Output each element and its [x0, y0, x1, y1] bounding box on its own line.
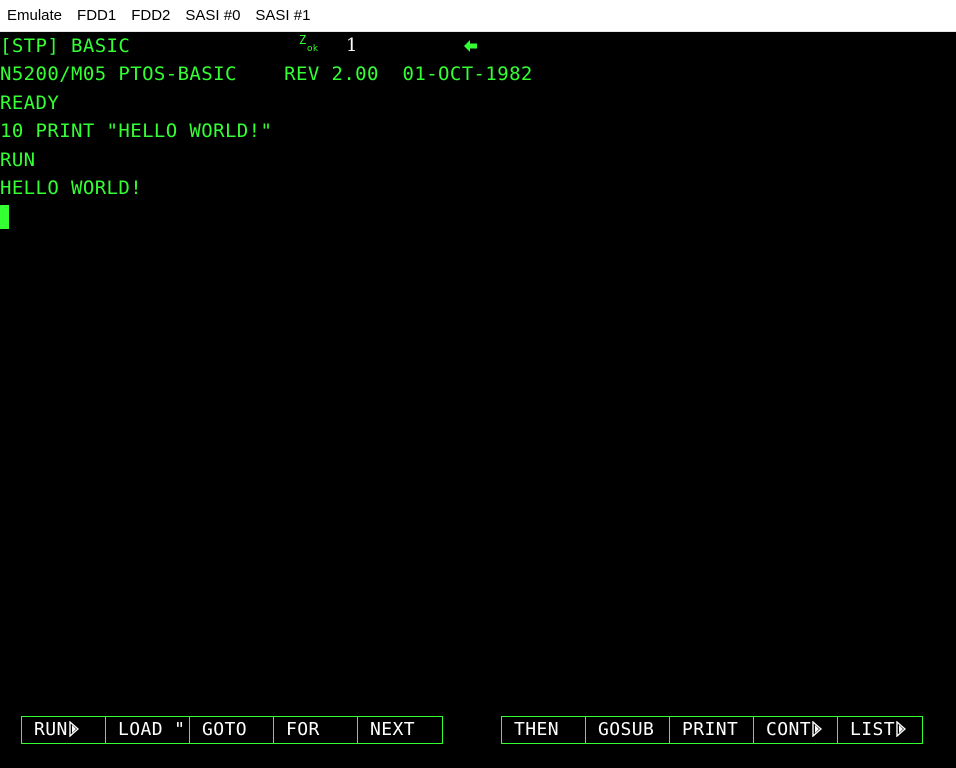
fkey-then[interactable]: THEN	[502, 717, 586, 743]
left-arrow-icon	[464, 40, 477, 52]
fkey-label: LIST	[850, 719, 895, 740]
fkey-print[interactable]: PRINT	[670, 717, 754, 743]
fkey-goto[interactable]: GOTO	[190, 717, 274, 743]
terminal-line-ready: READY	[0, 92, 60, 114]
fkey-run[interactable]: RUN	[22, 717, 106, 743]
terminal-line-output: HELLO WORLD!	[0, 177, 143, 199]
fkey-label: LOAD "	[118, 719, 186, 740]
fkey-label: GOTO	[202, 719, 247, 740]
zok-ok: ok	[307, 44, 319, 54]
status-number: 1	[346, 35, 358, 56]
fkey-label: CONT	[766, 719, 811, 740]
fkey-cont[interactable]: CONT	[754, 717, 838, 743]
status-mode: [STP] BASIC	[0, 35, 131, 57]
menu-sasi-0[interactable]: SASI #0	[179, 0, 246, 32]
menu-fdd2[interactable]: FDD2	[125, 0, 176, 32]
function-keys-group-2: THEN GOSUB PRINT CONT LIST	[501, 716, 923, 744]
fkey-next[interactable]: NEXT	[358, 717, 442, 743]
fkey-label: RUN	[34, 719, 68, 740]
menu-bar: Emulate FDD1 FDD2 SASI #0 SASI #1	[0, 0, 956, 32]
fkey-list[interactable]: LIST	[838, 717, 922, 743]
more-arrow-icon	[812, 721, 822, 737]
more-arrow-icon	[69, 721, 79, 737]
fkey-label: PRINT	[682, 719, 739, 740]
fkey-label: FOR	[286, 719, 320, 740]
menu-sasi-1[interactable]: SASI #1	[249, 0, 316, 32]
menu-emulate[interactable]: Emulate	[1, 0, 68, 32]
zok-z: Z	[299, 33, 307, 47]
terminal-line-run: RUN	[0, 149, 36, 171]
function-keys-group-1: RUN LOAD " GOTO FOR NEXT	[21, 716, 443, 744]
fkey-load[interactable]: LOAD "	[106, 717, 190, 743]
menu-fdd1[interactable]: FDD1	[71, 0, 122, 32]
fkey-label: THEN	[514, 719, 559, 740]
more-arrow-icon	[896, 721, 906, 737]
fkey-label: NEXT	[370, 719, 415, 740]
terminal-line-program: 10 PRINT "HELLO WORLD!"	[0, 120, 273, 142]
fkey-label: GOSUB	[598, 719, 655, 740]
fkey-for[interactable]: FOR	[274, 717, 358, 743]
text-cursor	[0, 205, 9, 229]
terminal-line-banner: N5200/M05 PTOS-BASIC REV 2.00 01-OCT-198…	[0, 63, 533, 85]
zok-indicator: Z ok	[298, 33, 324, 58]
fkey-gosub[interactable]: GOSUB	[586, 717, 670, 743]
terminal-screen[interactable]: [STP] BASIC Z ok 1 N5200/M05 PTOS-BASIC …	[0, 32, 956, 768]
